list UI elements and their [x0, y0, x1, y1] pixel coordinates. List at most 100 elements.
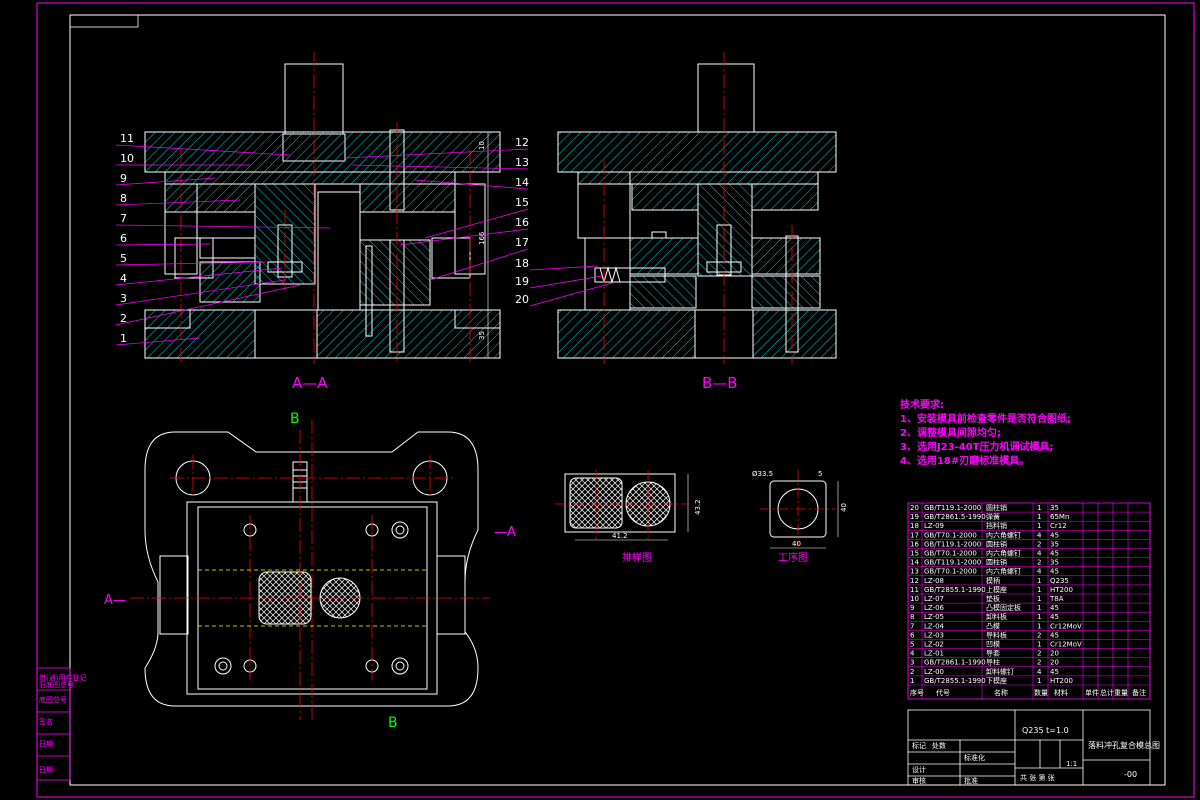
bom-cell: 1	[1037, 577, 1041, 585]
bom-cell: 17	[910, 531, 919, 539]
bom-cell: 35	[1050, 504, 1059, 512]
bom-cell: 圆柱销	[986, 558, 1007, 567]
bom-cell: 导料板	[986, 630, 1007, 639]
bom-cell: 2	[1037, 559, 1041, 567]
bom-cell: 2	[1037, 631, 1041, 639]
bom-cell: LZ-03	[924, 631, 944, 639]
bom-cell: 16	[910, 540, 919, 548]
bom-cell: 2	[1037, 540, 1041, 548]
tech-requirement-item: 3、选用J23-40T压力机调试模具;	[900, 440, 1053, 453]
bom-cell: 3	[910, 659, 914, 667]
part-label: 4	[120, 272, 127, 285]
dimension-label: 35	[478, 331, 486, 340]
title-block-field: 标记	[912, 741, 926, 750]
bom-cell: GB/T119.1-2000	[924, 540, 981, 548]
bom-cell: LZ-09	[924, 522, 944, 530]
leader-line	[399, 228, 529, 246]
bom-cell: HT200	[1050, 586, 1073, 594]
bom-cell: 2	[1037, 659, 1041, 667]
bom-cell: 1	[1037, 641, 1041, 649]
bom-header-cell: 单件	[1085, 688, 1099, 697]
strip-dim-1: 41.2	[612, 532, 628, 540]
bom-cell: HT200	[1050, 677, 1073, 685]
bom-cell: 内六角螺钉	[986, 530, 1021, 539]
bom-cell: 5	[910, 641, 914, 649]
bom-header-cell: 序号	[910, 688, 924, 697]
dimension-label: 10	[478, 141, 486, 150]
bom-cell: GB/T70.1-2000	[924, 568, 977, 576]
title-block-drawing-no: -00	[1124, 770, 1137, 779]
bom-header-cell: 总计	[1100, 688, 1114, 697]
bom-cell: 12	[910, 577, 919, 585]
stamp-row-label: 签名	[39, 717, 53, 726]
bom-cell: 45	[1050, 613, 1059, 621]
bom-cell: 4	[1037, 668, 1042, 676]
bom-cell: 下模座	[986, 676, 1007, 685]
bom-cell: 4	[1037, 531, 1042, 539]
bb-part-labels: 18 19 20	[515, 257, 529, 306]
side-stamp-text: 借(通)用件登记旧底图总号底图总号签名日期日期	[39, 673, 86, 774]
cad-drawing-canvas: 11109876543211213141516171016635 A—A 181…	[36, 2, 1195, 798]
bom-cell: LZ-06	[924, 604, 945, 612]
strip-layout	[564, 473, 689, 541]
bom-cell: 1	[1037, 613, 1041, 621]
bom-cell: 圆柱销	[986, 503, 1007, 512]
bom-cell: 1	[910, 677, 914, 685]
title-block-drawing-name: 落料冲孔复合模总图	[1088, 740, 1160, 750]
bom-cell: 11	[910, 586, 919, 594]
strip-dim-2: 43.2	[694, 499, 702, 515]
bom-cell: GB/T2855.1-1990	[924, 677, 986, 685]
part-label: 17	[515, 236, 529, 249]
title-block-scale: 1:1	[1066, 760, 1077, 768]
bom-cell: 19	[910, 513, 919, 521]
bom-cell: 卸料螺钉	[986, 667, 1014, 676]
bom-cell: LZ-05	[924, 613, 944, 621]
bom-cell: 导柱	[986, 658, 1000, 667]
title-block-field: 标准化	[964, 753, 985, 762]
bom-cell: 凸模	[986, 621, 1000, 630]
bom-cell: GB/T70.1-2000	[924, 550, 977, 558]
bom-cell: LZ-04	[924, 622, 945, 630]
dimension-label: 166	[478, 231, 486, 245]
stamp-row-label: 底图总号	[39, 695, 67, 704]
bom-cell: 45	[1050, 631, 1059, 639]
plan-center-lines	[130, 420, 490, 722]
plan-view	[144, 431, 479, 707]
bom-cell: GB/T70.1-2000	[924, 531, 977, 539]
tech-requirement-item: 1、安装模具前检查零件是否符合图纸;	[900, 412, 1071, 425]
bom-cell: 1	[1037, 586, 1041, 594]
bom-cell: 1	[1037, 504, 1041, 512]
part-label: 2	[120, 312, 127, 325]
bom-cell: 卸料板	[986, 612, 1007, 621]
drawing-frame	[36, 2, 1195, 798]
part-label: 14	[515, 176, 529, 189]
bom-cell: GB/T119.1-2000	[924, 504, 981, 512]
bom-header-cell: 名称	[994, 688, 1008, 697]
bom-cell: 弹簧	[986, 512, 1000, 521]
section-view-bb	[557, 63, 837, 359]
part-dim-height: 40	[840, 503, 848, 512]
bom-cell: 18	[910, 522, 919, 530]
leader-line	[529, 265, 599, 271]
bill-of-materials: 20 GB/T119.1-2000 圆柱销 1 3519 GB/T2861.5-1990 弹…	[907, 502, 1151, 700]
part-label: 13	[515, 156, 529, 169]
view-aa-title: A—A	[292, 374, 328, 392]
bom-cell: LZ-07	[924, 595, 944, 603]
part-label: 8	[120, 192, 127, 205]
bom-cell: 上模座	[986, 585, 1007, 594]
bom-cell: 导套	[986, 649, 1000, 658]
bom-cell: 1	[1037, 522, 1041, 530]
part-label: 10	[120, 152, 134, 165]
part-label: 11	[120, 132, 134, 145]
bom-header-cell: 代号	[936, 688, 950, 697]
bom-cell: LZ-02	[924, 641, 944, 649]
stamp-row-label: 日期	[39, 740, 53, 748]
bom-cell: 35	[1050, 540, 1059, 548]
bom-cell: GB/T2861.5-1990	[924, 513, 986, 521]
view-bb-title: B—B	[702, 374, 738, 392]
bom-header-cell: 材料	[1054, 688, 1068, 697]
part-label: 18	[515, 257, 529, 270]
leader-line	[115, 243, 211, 246]
tech-requirement-item: 2、调整模具间隙均匀;	[900, 426, 1001, 439]
part-label: 16	[515, 216, 529, 229]
